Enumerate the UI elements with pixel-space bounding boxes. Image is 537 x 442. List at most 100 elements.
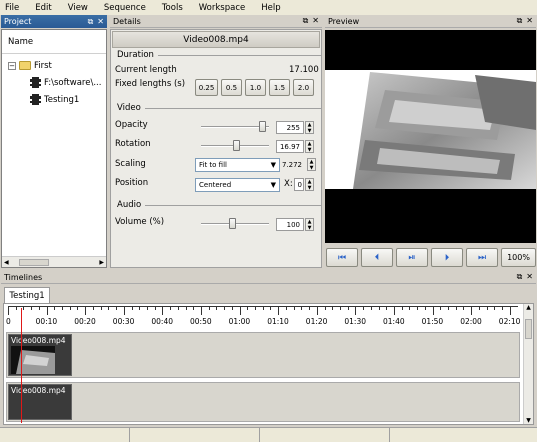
preview-status: 00:00:04.587 [ 110]	[325, 231, 536, 245]
video-clip[interactable]: Video008.mp4	[8, 334, 72, 376]
scaling-select[interactable]: Fit to fill ▼	[195, 158, 280, 172]
tree-folder[interactable]: − First	[2, 58, 106, 73]
timelines-panel-title: Timelines	[4, 272, 43, 282]
project-panel: Project ⧉ ✕ Name − First F:\software\... …	[1, 15, 107, 268]
tree-item-label: Testing1	[44, 94, 80, 105]
next-frame-icon: ⏵	[444, 252, 450, 263]
scroll-thumb[interactable]	[19, 258, 49, 266]
clip-thumbnail	[11, 346, 55, 374]
status-cell	[130, 428, 260, 442]
close-icon[interactable]: ✕	[526, 272, 533, 282]
chevron-down-icon: ▼	[270, 181, 276, 189]
ruler-major-tick	[85, 306, 87, 315]
ruler-label: 02:10	[498, 317, 521, 326]
menu-workspace[interactable]: Workspace	[199, 3, 245, 13]
scroll-right-icon[interactable]: ▶	[99, 259, 104, 266]
ruler-label: 00:20	[74, 317, 96, 326]
rotation-slider-thumb[interactable]	[233, 140, 240, 151]
close-icon[interactable]: ✕	[526, 16, 533, 26]
preview-panel: Preview ⧉ ✕ 00:00:04.587 [ 110] ⏮ ⏴ ⏯ ⏵ ⏭…	[325, 15, 536, 268]
tree-item-video[interactable]: F:\software\...	[2, 75, 106, 90]
preview-viewport[interactable]	[325, 30, 536, 243]
collapse-icon[interactable]: −	[8, 61, 16, 70]
preview-timecode: 00:00:04.587	[376, 233, 434, 243]
fixed-length-05-button[interactable]: 0.5	[221, 79, 242, 96]
name-column-header[interactable]: Name	[2, 30, 106, 54]
folder-label: First	[34, 60, 52, 71]
volume-input[interactable]: 100	[276, 218, 304, 231]
horizontal-scrollbar[interactable]: ◀ ▶	[2, 256, 106, 267]
menu-view[interactable]: View	[68, 3, 88, 13]
scroll-left-icon[interactable]: ◀	[4, 259, 9, 266]
position-select[interactable]: Centered ▼	[195, 178, 280, 192]
playhead[interactable]	[21, 308, 22, 423]
scaling-spinner[interactable]: ▲ ▼	[307, 158, 316, 171]
menu-edit[interactable]: Edit	[35, 3, 51, 13]
opacity-input[interactable]: 255	[276, 121, 304, 134]
float-icon[interactable]: ⧉	[88, 17, 94, 27]
ruler-label: 00:30	[112, 317, 135, 326]
vertical-scrollbar[interactable]: ▲ ▼	[523, 304, 533, 424]
menu-sequence[interactable]: Sequence	[104, 3, 146, 13]
audio-clip[interactable]: Video008.mp4	[8, 384, 72, 420]
position-x-input[interactable]: 0	[294, 178, 304, 191]
preview-panel-header: Preview ⧉ ✕	[325, 15, 536, 28]
volume-spinner[interactable]: ▲ ▼	[305, 218, 314, 231]
rotation-spinner[interactable]: ▲ ▼	[305, 140, 314, 153]
fixed-length-15-button[interactable]: 1.5	[269, 79, 290, 96]
audio-clip-label: Video008.mp4	[11, 386, 66, 395]
ruler-label: 0	[6, 317, 11, 326]
fixed-length-025-button[interactable]: 0.25	[195, 79, 218, 96]
next-frame-button[interactable]: ⏵	[431, 248, 463, 267]
first-frame-button[interactable]: ⏮	[326, 248, 358, 267]
preview-panel-title: Preview	[328, 16, 360, 26]
chevron-down-icon: ▼	[270, 161, 276, 169]
scroll-down-icon[interactable]: ▼	[526, 417, 531, 424]
menu-file[interactable]: File	[5, 3, 19, 13]
volume-label: Volume (%)	[115, 217, 165, 227]
scroll-up-icon[interactable]: ▲	[526, 304, 531, 311]
ruler-major-tick	[471, 306, 473, 315]
audio-section: Audio	[117, 200, 327, 210]
folder-icon	[19, 61, 31, 70]
volume-slider-thumb[interactable]	[229, 218, 236, 229]
ruler-major-tick	[355, 306, 357, 315]
menu-tools[interactable]: Tools	[162, 3, 183, 13]
menu-help[interactable]: Help	[261, 3, 280, 13]
float-icon[interactable]: ⧉	[303, 16, 309, 26]
opacity-slider-thumb[interactable]	[259, 121, 266, 132]
tab-testing1[interactable]: Testing1	[4, 287, 50, 303]
video-frame-image	[353, 72, 536, 189]
preview-frame-number: 110]	[464, 233, 485, 243]
play-button[interactable]: ⏯	[396, 248, 428, 267]
ruler-major-tick	[201, 306, 202, 315]
prev-frame-button[interactable]: ⏴	[361, 248, 393, 267]
position-label: Position	[115, 178, 149, 188]
timelines-panel-header: Timelines ⧉ ✕	[1, 271, 536, 284]
project-panel-title: Project	[4, 17, 32, 26]
project-tree: Name − First F:\software\... Testing1 ◀ …	[1, 29, 107, 268]
ruler-major-tick	[46, 306, 48, 315]
ruler-label: 01:50	[421, 317, 444, 326]
video-clip-label: Video008.mp4	[11, 336, 66, 345]
last-frame-button[interactable]: ⏭	[466, 248, 498, 267]
position-x-spinner[interactable]: ▲ ▼	[305, 178, 314, 191]
rotation-label: Rotation	[115, 139, 151, 149]
scaling-value: 7.272	[281, 160, 302, 169]
audio-section-label: Audio	[117, 200, 142, 210]
zoom-button[interactable]: 100%	[501, 248, 536, 267]
ruler-major-tick	[394, 306, 395, 315]
close-icon[interactable]: ✕	[312, 16, 319, 26]
tree-item-sequence[interactable]: Testing1	[2, 92, 106, 107]
ruler-label: 01:00	[228, 317, 251, 326]
fixed-length-10-button[interactable]: 1.0	[245, 79, 266, 96]
timeline-ruler[interactable]: 0 00:10 00:20 00:30 00:40 00:50 01:00 01:10 01:2…	[6, 306, 521, 328]
scroll-thumb[interactable]	[525, 319, 532, 339]
fixed-length-20-button[interactable]: 2.0	[293, 79, 314, 96]
float-icon[interactable]: ⧉	[517, 16, 523, 26]
close-icon[interactable]: ✕	[97, 17, 104, 27]
ruler-major-tick	[316, 306, 318, 315]
opacity-spinner[interactable]: ▲ ▼	[305, 121, 314, 134]
rotation-input[interactable]: 16.97	[276, 140, 304, 153]
float-icon[interactable]: ⧉	[517, 272, 523, 282]
